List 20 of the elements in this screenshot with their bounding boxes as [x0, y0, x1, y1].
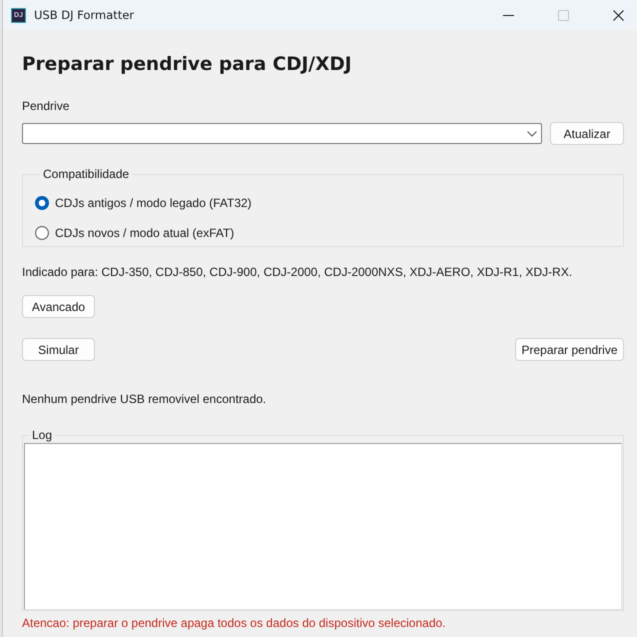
prepare-button[interactable]: Preparar pendrive: [515, 338, 624, 361]
group-title: Compatibilidade: [42, 167, 130, 181]
window-title: USB DJ Formatter: [34, 8, 134, 22]
advanced-button[interactable]: Avancado: [22, 295, 95, 318]
group-title: Log: [31, 428, 54, 442]
refresh-button[interactable]: Atualizar: [550, 122, 624, 145]
minimize-icon: [502, 14, 514, 16]
simulate-button[interactable]: Simular: [22, 338, 95, 361]
page-heading: Preparar pendrive para CDJ/XDJ: [22, 53, 352, 77]
pendrive-dropdown[interactable]: [22, 123, 542, 144]
radio-label[interactable]: CDJs antigos / modo legado (FAT32): [55, 196, 252, 210]
radio-label[interactable]: CDJs novos / modo atual (exFAT): [55, 226, 234, 240]
chevron-down-icon: [527, 130, 537, 136]
close-icon: [612, 10, 624, 20]
pendrive-label: Pendrive: [22, 98, 70, 114]
radio-button-icon[interactable]: [35, 226, 49, 240]
warning-text: Atencao: preparar o pendrive apaga todos os dados do dispositivo selecionado.: [22, 615, 446, 631]
supported-models-text: Indicado para: CDJ-350, CDJ-850, CDJ-900, CDJ-2000, CDJ-2000NXS, XDJ-AERO, XDJ-R1, XDJ-RX.: [22, 264, 572, 280]
status-text: Nenhum pendrive USB removivel encontrado.: [22, 391, 266, 407]
radio-button-icon[interactable]: [35, 196, 49, 210]
